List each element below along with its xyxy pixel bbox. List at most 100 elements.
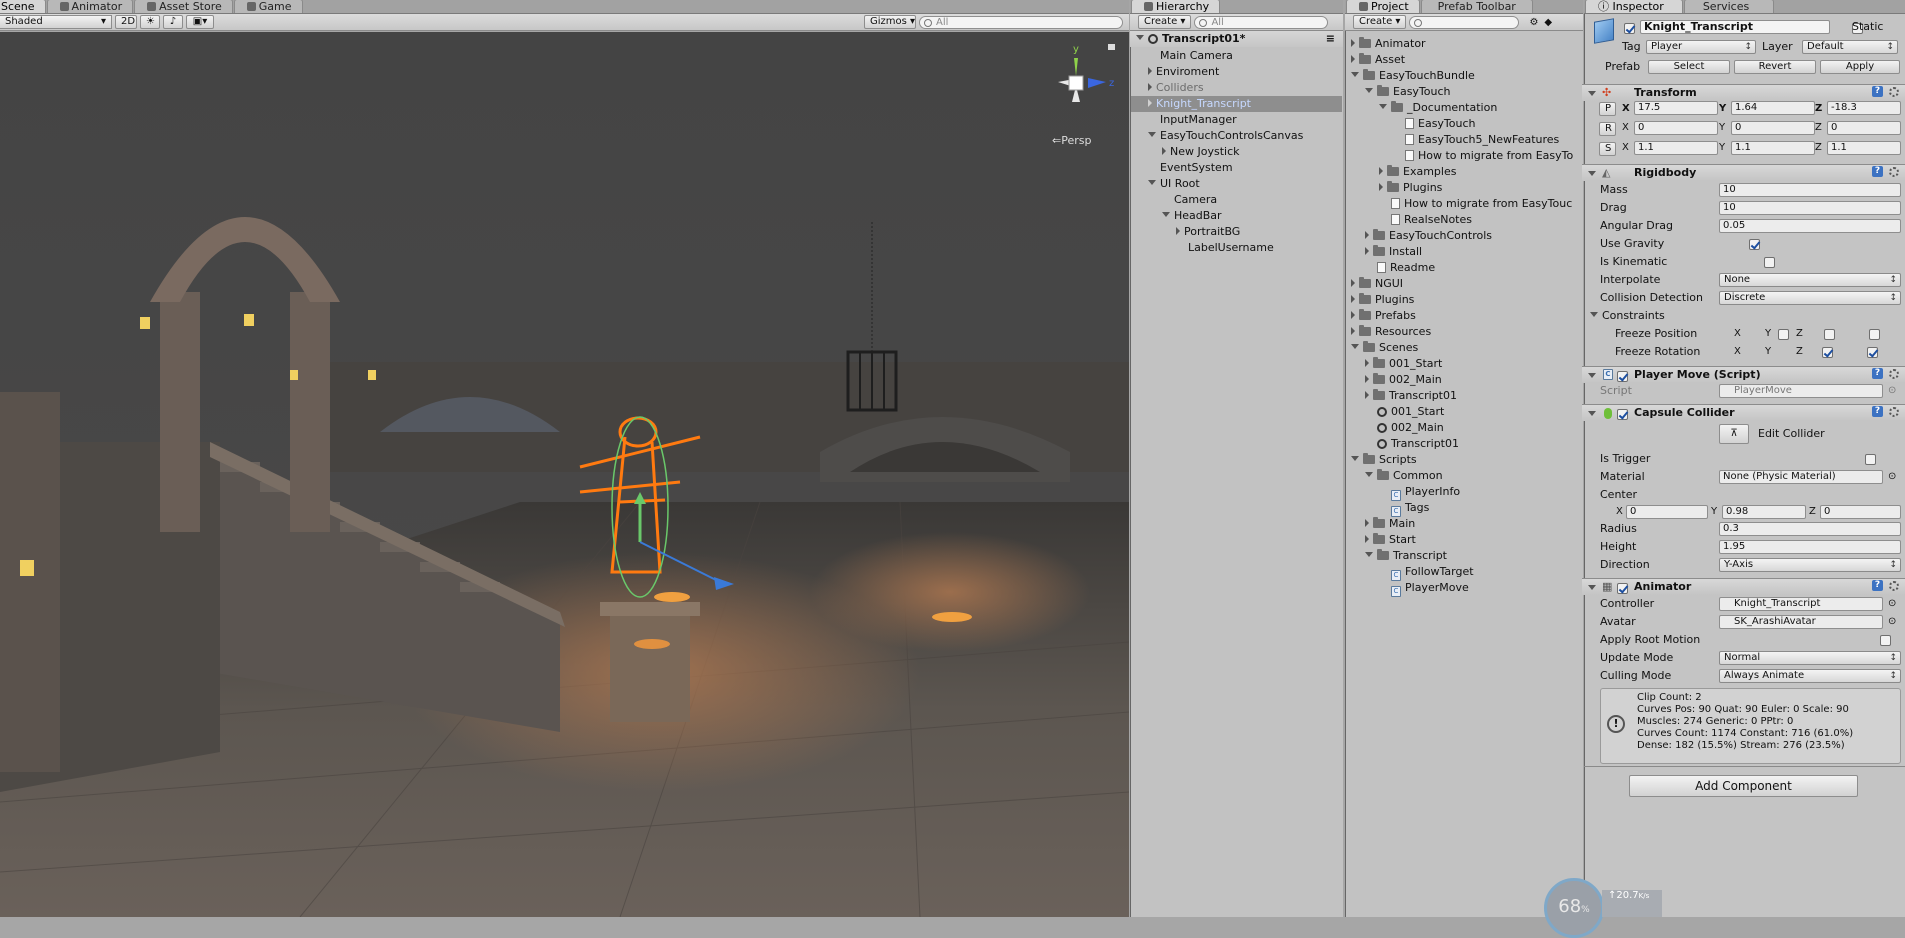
- project-folder[interactable]: Asset: [1351, 52, 1405, 68]
- scene-viewport[interactable]: y z ⇐Persp: [0, 32, 1129, 917]
- project-script-file[interactable]: C Tags: [1391, 500, 1429, 517]
- project-script-file[interactable]: C FollowTarget: [1391, 564, 1474, 581]
- project-file[interactable]: RealseNotes: [1391, 212, 1472, 228]
- 2d-toggle[interactable]: 2D: [115, 15, 137, 29]
- help-icon[interactable]: ?: [1872, 368, 1883, 379]
- freeze-pos-y-checkbox[interactable]: [1823, 329, 1835, 340]
- rotation-x-field[interactable]: 0: [1634, 121, 1718, 135]
- network-speed-widget[interactable]: 68% ↑20.7K/s: [1544, 878, 1664, 938]
- center-x-field[interactable]: 0: [1626, 505, 1708, 519]
- scale-reset-button[interactable]: S: [1599, 142, 1616, 156]
- hierarchy-scene-row[interactable]: Transcript01* ≡: [1130, 31, 1343, 47]
- prefab-select-button[interactable]: Select: [1648, 60, 1730, 74]
- project-folder[interactable]: Transcript: [1365, 548, 1447, 564]
- controller-field[interactable]: Knight_Transcript: [1719, 597, 1883, 611]
- settings-gear-icon[interactable]: [1889, 369, 1899, 379]
- material-field[interactable]: None (Physic Material): [1719, 470, 1883, 484]
- rotation-z-field[interactable]: 0: [1827, 121, 1901, 135]
- object-active-checkbox[interactable]: [1624, 23, 1635, 34]
- project-folder[interactable]: Plugins: [1379, 180, 1442, 196]
- rotation-y-field[interactable]: 0: [1731, 121, 1815, 135]
- hierarchy-menu-icon[interactable]: ≡: [1326, 31, 1335, 47]
- prefab-apply-button[interactable]: Apply: [1820, 60, 1900, 74]
- hierarchy-item[interactable]: Colliders: [1148, 80, 1204, 96]
- rigidbody-header[interactable]: ◭ Rigidbody: [1582, 164, 1905, 181]
- help-icon[interactable]: ?: [1872, 166, 1883, 177]
- center-z-field[interactable]: 0: [1820, 505, 1901, 519]
- height-field[interactable]: 1.95: [1719, 540, 1901, 554]
- hierarchy-item[interactable]: EasyTouchControlsCanvas: [1148, 128, 1303, 144]
- add-component-button[interactable]: Add Component: [1629, 775, 1858, 797]
- settings-gear-icon[interactable]: [1889, 167, 1899, 177]
- project-scene-file[interactable]: 002_Main: [1377, 420, 1444, 436]
- hierarchy-item[interactable]: EventSystem: [1160, 160, 1233, 176]
- filter-label-icon[interactable]: ◆: [1544, 17, 1552, 28]
- player-move-enabled-checkbox[interactable]: [1617, 371, 1628, 382]
- filter-type-icon[interactable]: ⚙: [1529, 17, 1538, 28]
- interpolate-dropdown[interactable]: None: [1719, 273, 1901, 287]
- project-folder[interactable]: Main: [1365, 516, 1415, 532]
- project-folder[interactable]: EasyTouchControls: [1365, 228, 1492, 244]
- capsule-enabled-checkbox[interactable]: [1617, 409, 1628, 420]
- help-icon[interactable]: ?: [1872, 86, 1883, 97]
- animator-enabled-checkbox[interactable]: [1617, 583, 1628, 594]
- hierarchy-item[interactable]: HeadBar: [1162, 208, 1222, 224]
- project-scene-file[interactable]: Transcript01: [1377, 436, 1459, 452]
- use-gravity-checkbox[interactable]: [1749, 239, 1760, 250]
- tab-project[interactable]: Project: [1346, 0, 1420, 13]
- scale-z-field[interactable]: 1.1: [1827, 141, 1901, 155]
- hierarchy-item[interactable]: LabelUsername: [1188, 240, 1274, 256]
- layer-dropdown[interactable]: Default: [1802, 40, 1898, 54]
- project-folder[interactable]: Examples: [1379, 164, 1456, 180]
- radius-field[interactable]: 0.3: [1719, 522, 1901, 536]
- hierarchy-item[interactable]: UI Root: [1148, 176, 1200, 192]
- apply-root-motion-checkbox[interactable]: [1879, 635, 1891, 646]
- project-file[interactable]: Readme: [1377, 260, 1435, 276]
- position-y-field[interactable]: 1.64: [1731, 101, 1815, 115]
- project-folder[interactable]: Animator: [1351, 36, 1426, 52]
- tab-hierarchy[interactable]: Hierarchy: [1131, 0, 1221, 13]
- project-search-input[interactable]: [1409, 15, 1520, 29]
- project-folder[interactable]: Scenes: [1351, 340, 1418, 356]
- project-folder[interactable]: Prefabs: [1351, 308, 1416, 324]
- project-script-file[interactable]: C PlayerInfo: [1391, 484, 1460, 501]
- project-folder[interactable]: Resources: [1351, 324, 1431, 340]
- position-z-field[interactable]: -18.3: [1827, 101, 1901, 115]
- mass-field[interactable]: 10: [1719, 183, 1901, 197]
- hierarchy-item[interactable]: Camera: [1174, 192, 1217, 208]
- edit-collider-button[interactable]: ⊼: [1719, 424, 1749, 444]
- tab-inspector[interactable]: ⓘ Inspector: [1585, 0, 1683, 13]
- project-folder[interactable]: EasyTouch: [1365, 84, 1451, 100]
- object-picker-icon[interactable]: ⊙: [1888, 616, 1896, 628]
- hierarchy-create-button[interactable]: Create ▾: [1138, 15, 1192, 29]
- tab-prefab-toolbar[interactable]: Prefab Toolbar: [1420, 0, 1533, 13]
- project-folder[interactable]: Scripts: [1351, 452, 1417, 468]
- hierarchy-item[interactable]: New Joystick: [1162, 144, 1240, 160]
- settings-gear-icon[interactable]: [1889, 407, 1899, 417]
- audio-toggle[interactable]: ♪: [163, 15, 183, 29]
- is-trigger-checkbox[interactable]: [1865, 454, 1876, 465]
- tab-services[interactable]: Services: [1683, 0, 1775, 13]
- direction-dropdown[interactable]: Y-Axis: [1719, 558, 1901, 572]
- lighting-toggle[interactable]: ☀: [140, 15, 160, 29]
- tab-animator[interactable]: Animator: [46, 0, 134, 13]
- animator-header[interactable]: ▦ Animator: [1582, 578, 1905, 595]
- tab-scene[interactable]: Scene: [0, 0, 46, 13]
- angular-drag-field[interactable]: 0.05: [1719, 219, 1901, 233]
- prefab-revert-button[interactable]: Revert: [1734, 60, 1816, 74]
- project-scene-file[interactable]: 001_Start: [1377, 404, 1444, 420]
- player-move-header[interactable]: C Player Move (Script): [1582, 366, 1905, 383]
- project-folder[interactable]: Plugins: [1351, 292, 1414, 308]
- project-folder[interactable]: 002_Main: [1365, 372, 1442, 388]
- effects-dropdown[interactable]: ▣▾: [186, 15, 214, 29]
- hierarchy-item[interactable]: InputManager: [1160, 112, 1237, 128]
- constraints-toggle[interactable]: Constraints: [1590, 308, 1665, 324]
- object-picker-icon[interactable]: ⊙: [1888, 471, 1896, 483]
- hierarchy-item[interactable]: PortraitBG: [1176, 224, 1240, 240]
- center-y-field[interactable]: 0.98: [1722, 505, 1806, 519]
- update-mode-dropdown[interactable]: Normal: [1719, 651, 1901, 665]
- freeze-pos-z-checkbox[interactable]: [1869, 329, 1880, 340]
- object-picker-icon[interactable]: ⊙: [1888, 385, 1896, 397]
- hierarchy-item[interactable]: Enviroment: [1148, 64, 1219, 80]
- project-file[interactable]: How to migrate from EasyTouc: [1391, 196, 1583, 212]
